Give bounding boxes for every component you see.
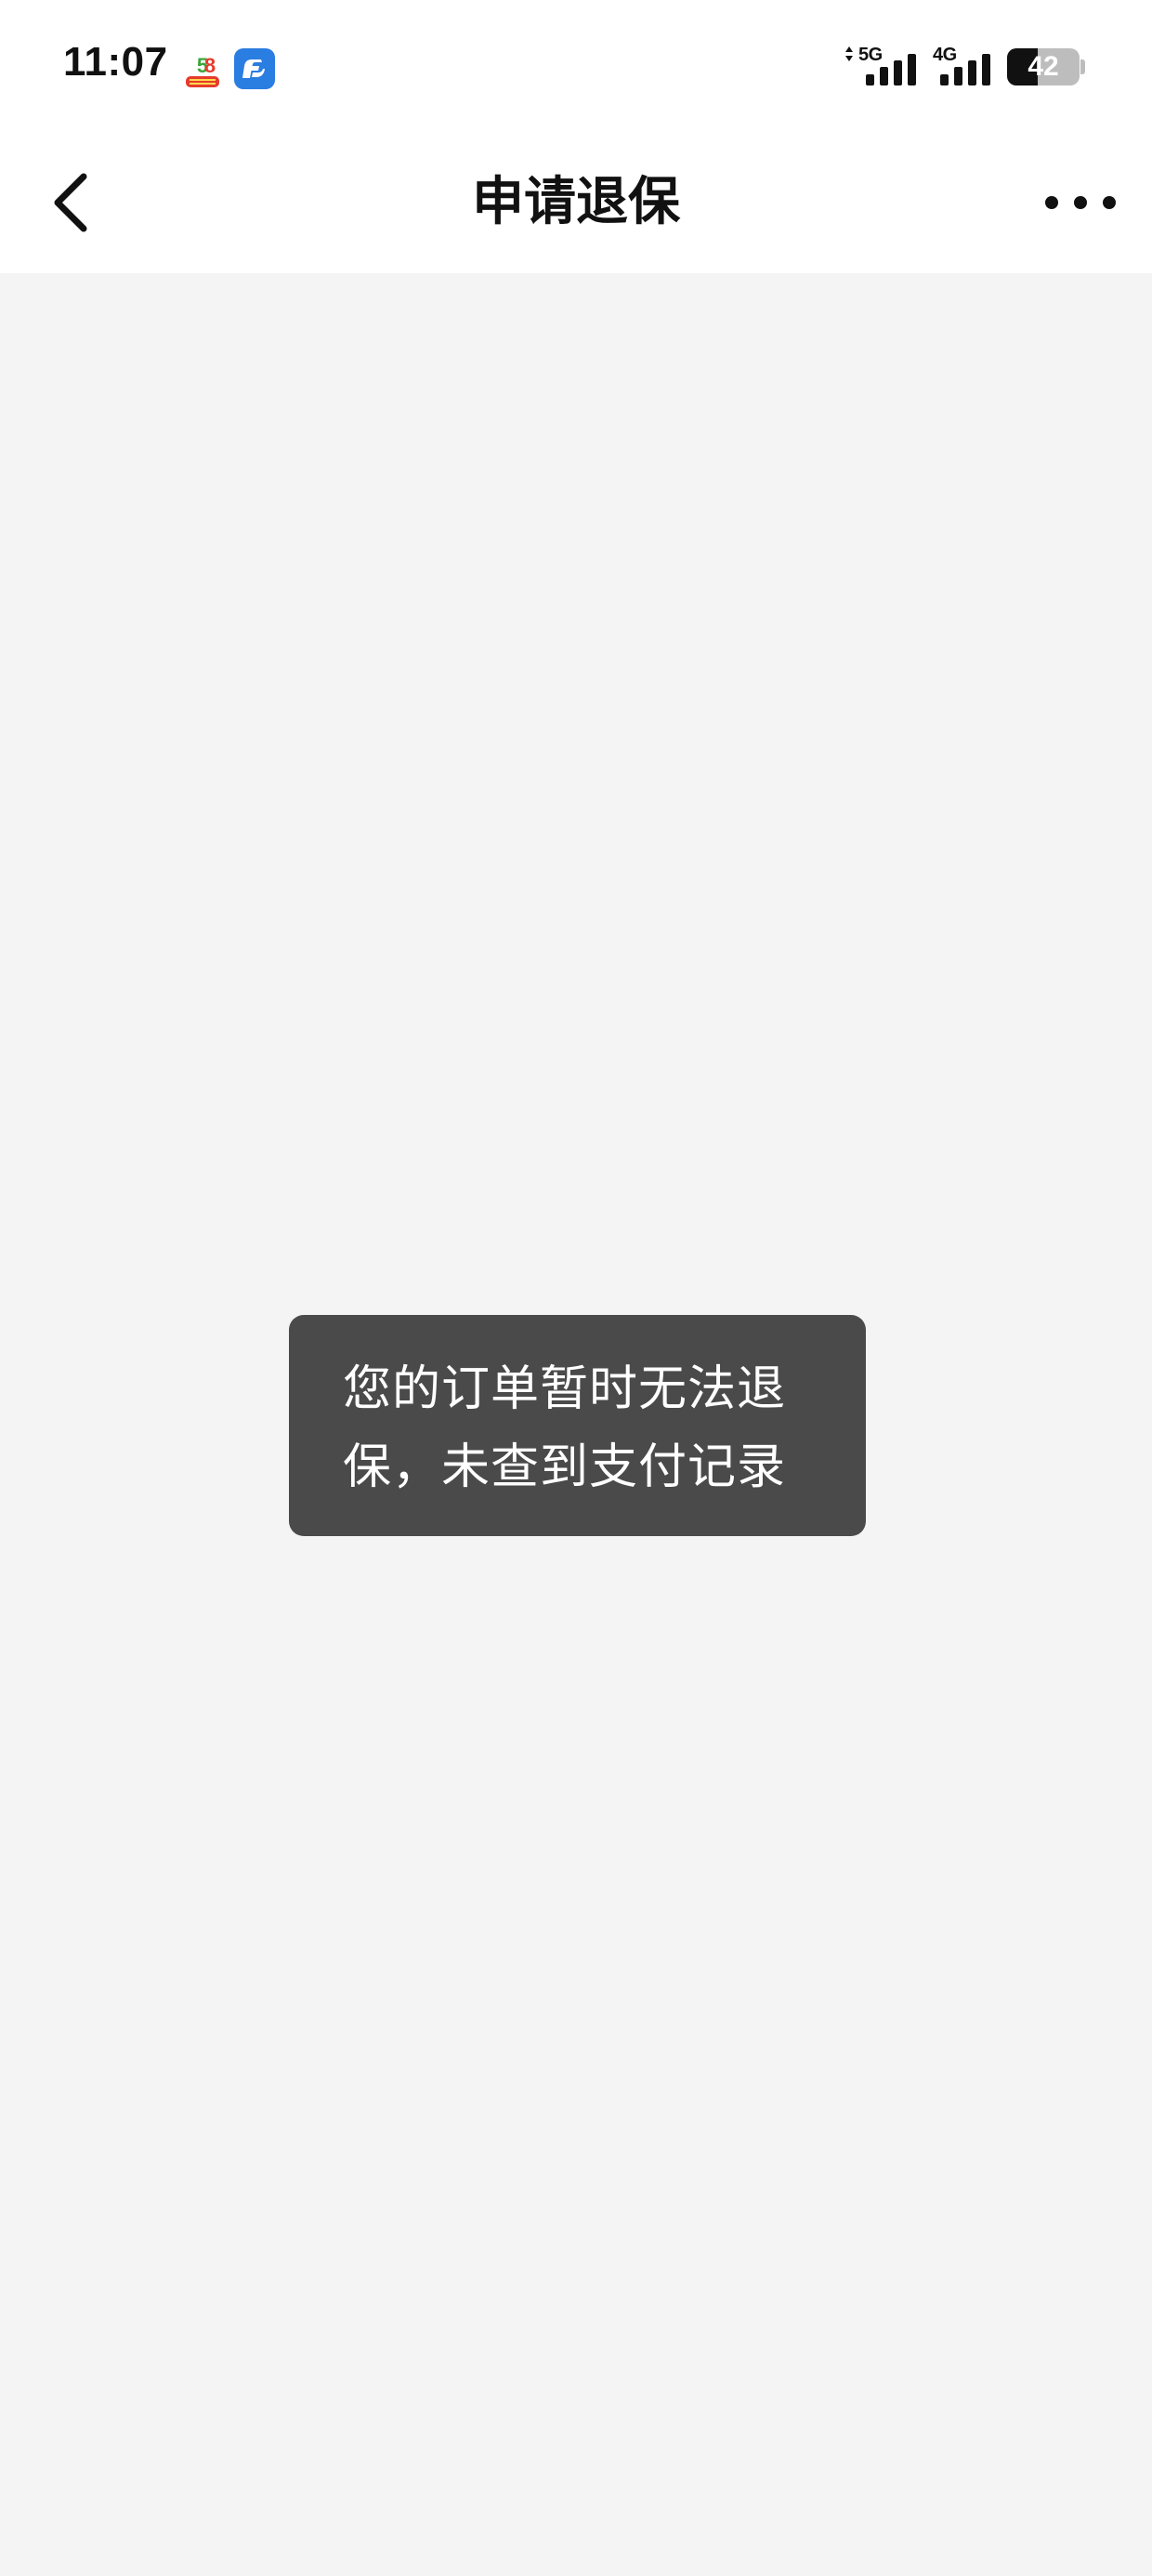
toast-line-1: 您的订单暂时无法退 (343, 1361, 787, 1417)
battery-icon: 42 (1007, 48, 1080, 85)
battery-level: 42 (1028, 51, 1059, 82)
nav-bar: 申请退保 (0, 138, 1152, 273)
more-dots-icon (1045, 196, 1116, 209)
status-time: 11:07 (63, 39, 168, 85)
blue-app-icon (234, 48, 275, 89)
more-button[interactable] (1039, 175, 1122, 230)
status-bar: 11:07 5 8 5G 4G 42 (0, 0, 1152, 138)
chevron-left-icon (54, 173, 87, 232)
battery-cap (1080, 59, 1085, 74)
svg-text:8: 8 (204, 54, 216, 77)
58-app-icon: 5 8 (182, 50, 223, 91)
signal-4g-icon: 4G (931, 45, 994, 89)
page-title: 申请退保 (472, 172, 680, 232)
toast-line-2: 保，未查到支付记录 (343, 1439, 787, 1495)
screen: 11:07 5 8 5G 4G 42 申请退保 您的订单暂时无法退 保，未查到支… (0, 0, 1152, 2576)
toast-message: 您的订单暂时无法退 保，未查到支付记录 (289, 1315, 866, 1536)
signal-5g-icon: 5G (842, 45, 920, 89)
back-button[interactable] (37, 165, 111, 240)
